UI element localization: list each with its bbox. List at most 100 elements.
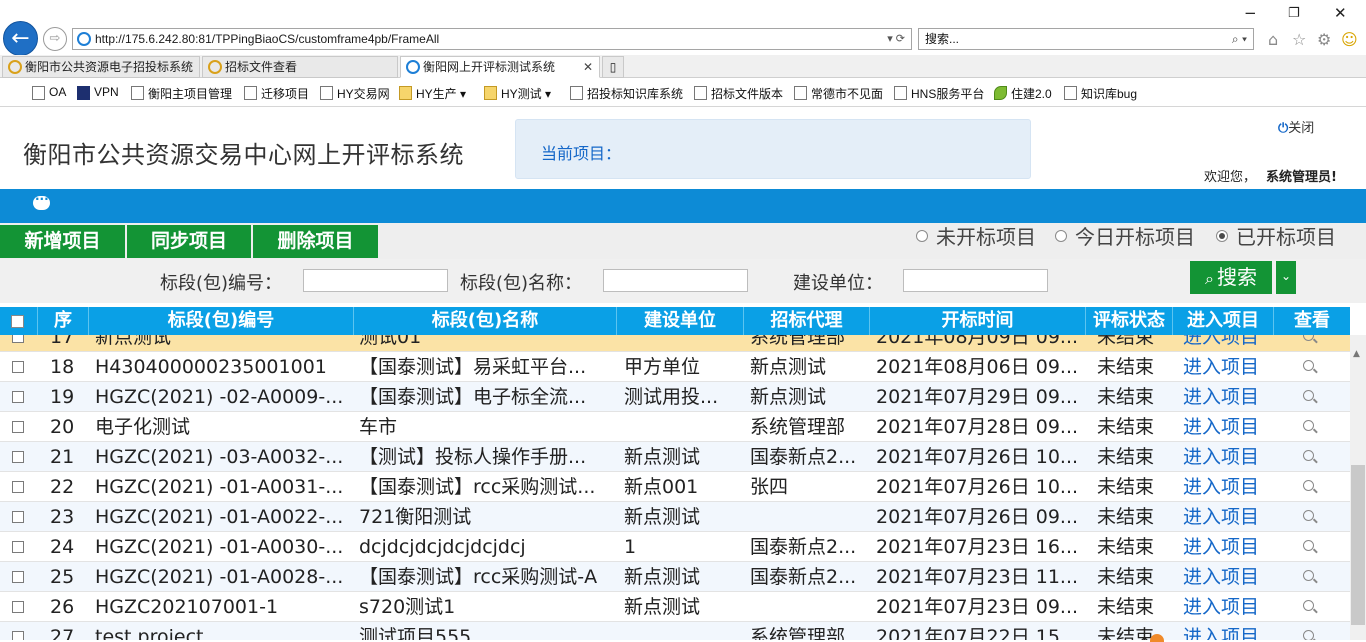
select-all-checkbox[interactable]	[11, 315, 24, 328]
enter-project-link[interactable]: 进入项目	[1183, 592, 1259, 622]
close-window-button[interactable]: ✕	[1334, 4, 1347, 22]
table-row[interactable]: 22 HGZC(2021) -01-A0031-... 【国泰测试】rcc采购测试.…	[0, 472, 1350, 502]
back-button[interactable]: ←	[3, 21, 38, 56]
enter-project-link[interactable]: 进入项目	[1183, 562, 1259, 592]
enter-project-link[interactable]: 进入项目	[1183, 532, 1259, 562]
col-view[interactable]: 查看	[1274, 307, 1350, 335]
enter-project-link[interactable]: 进入项目	[1183, 472, 1259, 502]
fav-migration[interactable]: 迁移项目	[244, 85, 309, 102]
row-checkbox[interactable]	[12, 511, 24, 523]
fav-hy-trade[interactable]: HY交易网	[320, 85, 390, 102]
row-checkbox[interactable]	[12, 481, 24, 493]
new-tab-button[interactable]: ▯	[602, 56, 624, 78]
view-magnifier-icon[interactable]	[1303, 335, 1314, 341]
forward-button[interactable]: ⇨	[43, 27, 67, 51]
view-magnifier-icon[interactable]	[1303, 360, 1314, 371]
add-project-button[interactable]: 新增项目	[0, 225, 127, 258]
view-magnifier-icon[interactable]	[1303, 420, 1314, 431]
row-checkbox[interactable]	[12, 541, 24, 553]
radio-opened[interactable]: 已开标项目	[1216, 223, 1336, 259]
enter-project-link[interactable]: 进入项目	[1183, 502, 1259, 532]
row-checkbox[interactable]	[12, 571, 24, 583]
browser-search-box[interactable]: 搜索... ⌕ ▾	[918, 28, 1254, 50]
view-magnifier-icon[interactable]	[1303, 570, 1314, 581]
table-row[interactable]: 24 HGZC(2021) -01-A0030-... dcjdcjdcjdcjdc…	[0, 532, 1350, 562]
table-row[interactable]: 23 HGZC(2021) -01-A0022-... 721衡阳测试 新点测试 202…	[0, 502, 1350, 532]
col-time[interactable]: 开标时间	[870, 307, 1086, 335]
logout-button[interactable]: ⏻关闭	[1278, 117, 1314, 136]
home-icon[interactable]: ⌂	[1268, 30, 1278, 49]
tab-public-resource[interactable]: 衡阳市公共资源电子招投标系统	[2, 56, 200, 78]
fav-oa[interactable]: OA	[32, 85, 66, 100]
delete-project-button[interactable]: 删除项目	[253, 225, 380, 258]
col-enter[interactable]: 进入项目	[1173, 307, 1274, 335]
col-status[interactable]: 评标状态	[1086, 307, 1173, 335]
chat-icon[interactable]	[33, 192, 50, 210]
table-row[interactable]: 17 新点测试 测试01 系统管理部 2021年08月09日 09... 未结束 进入项目	[0, 335, 1350, 352]
enter-project-link[interactable]: 进入项目	[1183, 622, 1259, 640]
sync-project-button[interactable]: 同步项目	[127, 225, 253, 258]
table-row[interactable]: 19 HGZC(2021) -02-A0009-... 【国泰测试】电子标全流...…	[0, 382, 1350, 412]
fav-tender-version[interactable]: 招标文件版本	[694, 85, 783, 102]
fav-vpn[interactable]: VPN	[77, 85, 119, 100]
restore-button[interactable]: ❐	[1288, 6, 1300, 21]
tab-tender-doc[interactable]: 招标文件查看	[202, 56, 398, 78]
col-name[interactable]: 标段(包)名称	[354, 307, 617, 335]
table-row[interactable]: 21 HGZC(2021) -03-A0032-... 【测试】投标人操作手册...…	[0, 442, 1350, 472]
fav-kb-bug[interactable]: 知识库bug	[1064, 85, 1137, 102]
address-bar[interactable]: http://175.6.242.80:81/TPPingBiaoCS/cust…	[72, 28, 912, 50]
enter-project-link[interactable]: 进入项目	[1183, 412, 1259, 442]
view-magnifier-icon[interactable]	[1303, 600, 1314, 611]
fav-knowledge-base[interactable]: 招投标知识库系统	[570, 85, 683, 102]
row-checkbox[interactable]	[12, 335, 24, 343]
row-checkbox[interactable]	[12, 451, 24, 463]
row-checkbox[interactable]	[12, 391, 24, 403]
minimize-button[interactable]: −	[1244, 4, 1257, 22]
view-magnifier-icon[interactable]	[1303, 390, 1314, 401]
search-icon[interactable]: ⌕ ▾	[1232, 29, 1247, 49]
fav-hengyang-main[interactable]: 衡阳主项目管理	[131, 85, 232, 102]
table-row[interactable]: 20 电子化测试 车市 系统管理部 2021年07月28日 09... 未结束 进入项目	[0, 412, 1350, 442]
table-row[interactable]: 25 HGZC(2021) -01-A0028-... 【国泰测试】rcc采购测试-…	[0, 562, 1350, 592]
row-checkbox[interactable]	[12, 601, 24, 613]
col-unit[interactable]: 建设单位	[617, 307, 744, 335]
view-magnifier-icon[interactable]	[1303, 480, 1314, 491]
scroll-up-icon[interactable]: ▲	[1353, 349, 1360, 359]
fav-changde[interactable]: 常德市不见面	[794, 85, 883, 102]
row-checkbox[interactable]	[12, 421, 24, 433]
smiley-icon[interactable]: ☺	[1341, 30, 1358, 49]
enter-project-link[interactable]: 进入项目	[1183, 382, 1259, 412]
radio-today-opened[interactable]: 今日开标项目	[1055, 223, 1195, 259]
fav-zhujian[interactable]: 住建2.0	[994, 85, 1052, 102]
table-row[interactable]: 18 H430400000235001001 【国泰测试】易采虹平台... 甲方单位 新…	[0, 352, 1350, 382]
view-magnifier-icon[interactable]	[1303, 630, 1314, 640]
favorites-star-icon[interactable]: ☆	[1292, 30, 1306, 49]
enter-project-link[interactable]: 进入项目	[1183, 335, 1259, 352]
row-checkbox[interactable]	[12, 631, 24, 640]
close-tab-icon[interactable]: ✕	[583, 57, 593, 77]
fav-hy-prod[interactable]: HY生产 ▾	[399, 85, 466, 102]
search-button[interactable]: ⌕ 搜索	[1190, 261, 1272, 294]
name-input[interactable]	[603, 269, 748, 292]
tab-evaluation-system[interactable]: 衡阳网上开评标测试系统 ✕	[400, 56, 600, 78]
table-row[interactable]: 27 test project 测试项目555 系统管理部 2021年07月22日 15…	[0, 622, 1350, 640]
view-magnifier-icon[interactable]	[1303, 510, 1314, 521]
enter-project-link[interactable]: 进入项目	[1183, 442, 1259, 472]
refresh-icon[interactable]: ▾ ⟳	[887, 29, 905, 49]
table-row[interactable]: 26 HGZC202107001-1 s720测试1 新点测试 2021年07月23日 …	[0, 592, 1350, 622]
enter-project-link[interactable]: 进入项目	[1183, 352, 1259, 382]
code-input[interactable]	[303, 269, 448, 292]
search-options-dropdown[interactable]: ⌄	[1276, 261, 1296, 294]
col-no[interactable]: 序	[38, 307, 89, 335]
fav-hy-test[interactable]: HY测试 ▾	[484, 85, 551, 102]
gear-icon[interactable]: ⚙	[1317, 30, 1331, 49]
table-scrollbar[interactable]: ▲	[1350, 335, 1366, 640]
col-agent[interactable]: 招标代理	[744, 307, 870, 335]
col-code[interactable]: 标段(包)编号	[89, 307, 354, 335]
fav-hns[interactable]: HNS服务平台	[894, 85, 984, 102]
view-magnifier-icon[interactable]	[1303, 450, 1314, 461]
radio-not-opened[interactable]: 未开标项目	[916, 223, 1036, 259]
scroll-thumb[interactable]	[1351, 465, 1365, 625]
row-checkbox[interactable]	[12, 361, 24, 373]
unit-input[interactable]	[903, 269, 1048, 292]
